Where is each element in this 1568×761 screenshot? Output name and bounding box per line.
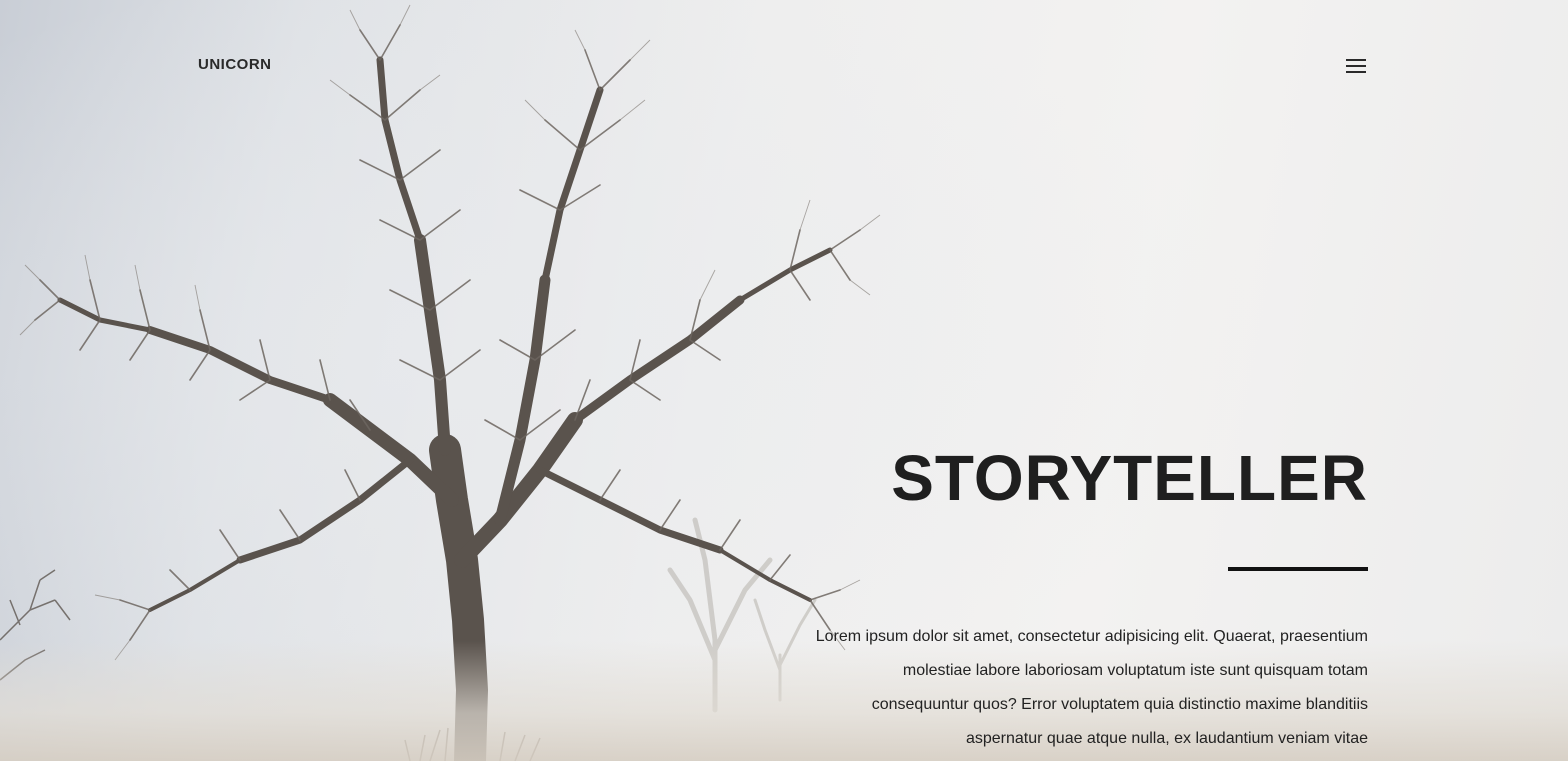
hamburger-menu-icon[interactable] [1344,58,1368,74]
menu-bar [1346,71,1366,73]
title-underline [1228,567,1368,571]
brand-logo[interactable]: UNICORN [198,56,272,73]
menu-bar [1346,59,1366,61]
hero-section: UNICORN STORYTELLER Lorem ipsum dolor si… [0,0,1568,761]
hero-description: Lorem ipsum dolor sit amet, consectetur … [815,628,1368,747]
menu-bar [1346,65,1366,67]
hero-title: STORYTELLER [891,442,1368,514]
